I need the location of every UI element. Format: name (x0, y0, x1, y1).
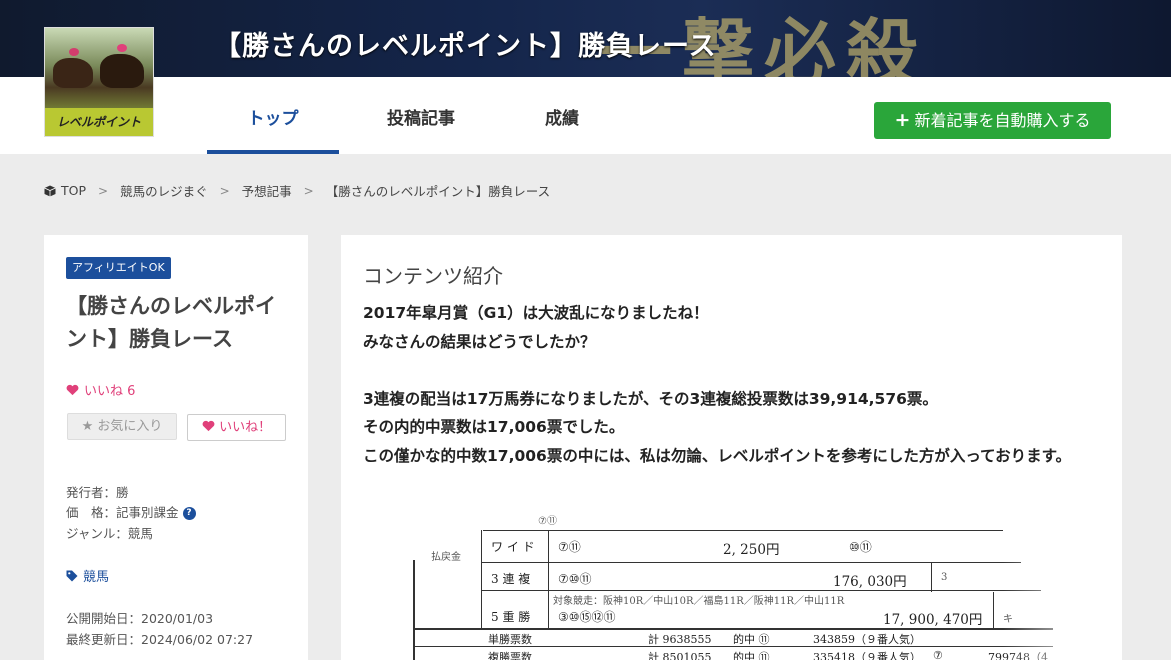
image-fade-edge (1003, 510, 1122, 660)
channel-logo[interactable]: レベルポイント (44, 27, 154, 137)
horse-image-2 (100, 54, 144, 88)
chevron-right-icon: > (219, 183, 230, 198)
paragraph: みなさんの結果はどうでしたか？ (363, 332, 596, 351)
sheet-payout-label: 払戻金 (431, 552, 461, 563)
sheet-wide-combo2: ⑩⑪ (849, 540, 872, 554)
auto-buy-label: 新着記事を自動購入する (914, 111, 1091, 130)
affiliate-badge: アフィリエイトOK (66, 257, 171, 279)
favorite-button[interactable]: ★ お気に入り (67, 413, 177, 440)
logo-text: レベルポイント (45, 108, 153, 136)
sheet-win5-amount: 17, 900, 470円 (883, 612, 983, 628)
sheet-tansho-total: 計 9638555 (648, 633, 712, 646)
plus-icon: + (894, 109, 911, 131)
sheet-win5-combo: ③⑩⑮⑫⑪ (558, 610, 616, 624)
tab-results[interactable]: 成績 (500, 77, 624, 154)
breadcrumb-category[interactable]: 予想記事 (242, 181, 292, 200)
sheet-row0-combo: ⑦⑪ (538, 516, 557, 527)
content-card: コンテンツ紹介 2017年皐月賞（G1）は大波乱になりましたね！ みなさんの結果… (341, 235, 1122, 660)
publisher: 発行者：勝 (66, 485, 129, 500)
sheet-sanrenpuku-amount: 176, 030円 (833, 574, 907, 590)
sheet-sanrenpuku-combo: ⑦⑩⑪ (558, 572, 592, 586)
horse-image (53, 58, 93, 88)
site-title[interactable]: 【勝さんのレベルポイント】勝負レース (214, 24, 717, 63)
paragraph: 3連複の配当は17万馬券になりましたが、その3連複総投票数は39,914,576… (363, 389, 938, 408)
like-label: いいね！ (219, 420, 272, 435)
nav-bar: トップ 投稿記事 成績 + 新着記事を自動購入する (0, 77, 1171, 154)
tag-link[interactable]: 競馬 (66, 566, 109, 585)
sheet-rule (548, 530, 549, 630)
genre: ジャンル：競馬 (66, 526, 153, 541)
sheet-tansho-label: 単勝票数 (488, 633, 532, 646)
jockey-cap (69, 48, 79, 56)
paragraph: 2017年皐月賞（G1）は大波乱になりましたね！ (363, 304, 709, 322)
auto-buy-button[interactable]: + 新着記事を自動購入する (874, 102, 1111, 139)
sidebar-card: アフィリエイトOK 【勝さんのレベルポイント】勝負レース いいね 6 ★ お気に… (44, 235, 308, 660)
sheet-fukusho-num: ⑦ (933, 649, 943, 660)
section-title: コンテンツ紹介 (363, 264, 503, 288)
sheet-rule (993, 592, 994, 628)
publish-date: 公開開始日：2020/01/03 (66, 611, 214, 626)
heart-icon (66, 384, 79, 395)
content-body: 2017年皐月賞（G1）は大波乱になりましたね！ みなさんの結果はどうでしたか？… (363, 299, 1093, 470)
sheet-rule (481, 590, 1041, 591)
sheet-rule (483, 530, 1003, 531)
breadcrumb-current: 【勝さんのレベルポイント】勝負レース (325, 184, 551, 199)
sheet-wide-amount: 2, 250円 (723, 542, 780, 558)
cube-icon (44, 185, 56, 196)
chevron-right-icon: > (98, 183, 109, 198)
breadcrumb-top[interactable]: TOP (61, 183, 86, 198)
tab-top[interactable]: トップ (207, 77, 339, 154)
tab-posts[interactable]: 投稿記事 (362, 77, 480, 154)
sheet-fukusho-total: 計 8501055 (648, 651, 712, 660)
paragraph: その内的中票数は17,006票でした。 (363, 418, 625, 436)
price: 価 格：記事別課金? (66, 502, 196, 521)
sheet-rule (413, 628, 1053, 630)
sheet-wide-label: ワ イ ド (491, 540, 535, 554)
header-banner: 一撃必殺 【勝さんのレベルポイント】勝負レース (0, 0, 1171, 77)
sheet-tansho-votes: 343859（９番人気） (813, 633, 921, 646)
jockey-cap-2 (117, 44, 127, 52)
sheet-sanrenpuku-extra: 3 (941, 572, 948, 583)
like-count: いいね 6 (66, 380, 135, 399)
sheet-wide-combo: ⑦⑪ (558, 540, 581, 554)
payout-sheet-image: ⑦⑪ 払戻金 ワ イ ド ⑦⑪ 2, 250円 ⑩⑪ 3 連 複 ⑦⑩⑪ 176… (403, 510, 1122, 660)
like-count-text: いいね 6 (84, 384, 136, 399)
sheet-target-races: 対象競走：阪神10R／中山10R／福島11R／阪神11R／中山11R (553, 596, 845, 607)
tag-icon (66, 570, 78, 581)
sheet-win5-label: 5 重 勝 (491, 610, 531, 624)
sheet-tansho-hit: 的中 ⑪ (733, 633, 770, 646)
favorite-label: お気に入り (97, 419, 163, 434)
sheet-rule (413, 560, 415, 660)
tag-label: 競馬 (83, 570, 110, 585)
like-button[interactable]: いいね！ (187, 414, 286, 441)
sheet-sanrenpuku-label: 3 連 複 (491, 572, 531, 586)
help-icon[interactable]: ? (182, 507, 196, 520)
heart-icon (202, 420, 215, 432)
sidebar-title: 【勝さんのレベルポイント】勝負レース (66, 294, 276, 351)
sheet-fukusho-label: 複勝票数 (488, 651, 532, 660)
breadcrumb: TOP > 競馬のレジまぐ > 予想記事 > 【勝さんのレベルポイント】勝負レー… (44, 181, 550, 200)
sheet-fukusho-hit: 的中 ⑪ (733, 651, 770, 660)
paragraph: この僅かな的中数17,006票の中には、私は勿論、レベルポイントを参考にした方が… (363, 446, 1072, 465)
sheet-rule (413, 646, 1053, 647)
price-text: 価 格：記事別課金 (66, 505, 179, 520)
breadcrumb-genre[interactable]: 競馬のレジまぐ (120, 181, 208, 200)
sheet-rule (481, 530, 482, 630)
sheet-fukusho-votes: 335418（９番人気） (813, 651, 921, 660)
update-date: 最終更新日：2024/06/02 07:27 (66, 632, 254, 647)
sheet-rule (931, 562, 932, 592)
star-icon: ★ (81, 419, 94, 434)
chevron-right-icon: > (303, 183, 314, 198)
sheet-rule (481, 562, 1021, 563)
